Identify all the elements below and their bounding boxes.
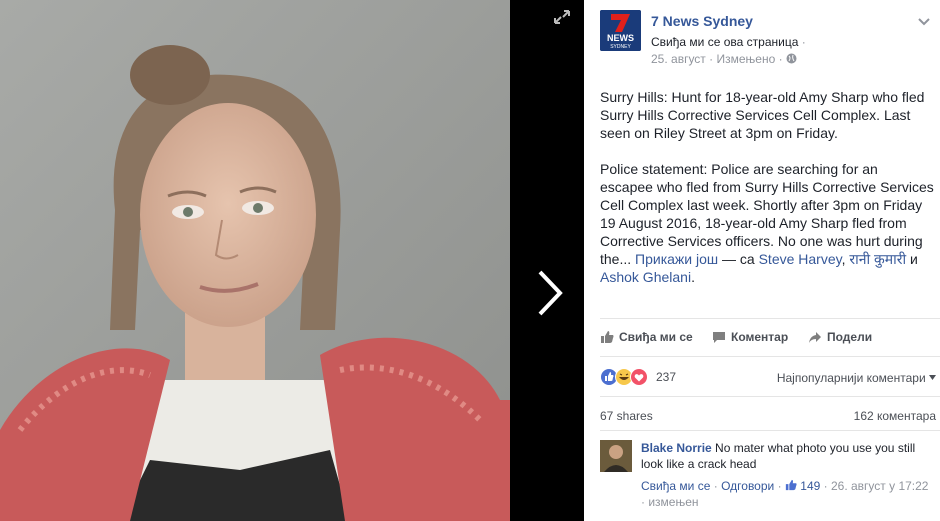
svg-text:SYDNEY: SYDNEY: [610, 44, 631, 50]
tag-and: и: [910, 251, 918, 267]
thumbs-up-icon: [601, 331, 614, 343]
post-date[interactable]: 25. август: [651, 52, 706, 66]
separator-dot: ·: [823, 479, 831, 493]
like-page-row: Свиђа ми се ова страница ·: [651, 35, 806, 49]
post-text: Surry Hills: Hunt for 18-year-old Amy Sh…: [600, 88, 934, 304]
comment-button-label: Коментар: [731, 330, 789, 344]
comments-count[interactable]: 162 коментара: [854, 409, 936, 423]
like-button-label: Свиђа ми се: [619, 330, 693, 344]
separator-dot: ·: [798, 35, 806, 49]
post-paragraph-1: Surry Hills: Hunt for 18-year-old Amy Sh…: [600, 89, 925, 141]
next-photo-icon[interactable]: [532, 268, 568, 318]
see-more-link[interactable]: Прикажи још: [635, 251, 718, 267]
like-button[interactable]: Свиђа ми се: [600, 330, 693, 344]
comment-actions: Свиђа ми се · Одговори · 149 · 26. авгус…: [641, 478, 935, 510]
divider: [600, 396, 940, 397]
with-prefix: — са: [722, 251, 755, 267]
share-button[interactable]: Подели: [808, 330, 872, 344]
share-button-label: Подели: [827, 330, 873, 344]
avatar-image: [600, 440, 632, 472]
divider: [600, 356, 940, 357]
share-arrow-icon: [809, 331, 821, 343]
love-reaction-icon: [630, 368, 648, 386]
comment-button[interactable]: Коментар: [712, 330, 788, 344]
reactions-summary[interactable]: 237: [600, 368, 676, 386]
page-name-link[interactable]: 7 News Sydney: [651, 13, 753, 29]
comment-like-link[interactable]: Свиђа ми се: [641, 479, 710, 493]
divider: [600, 430, 940, 431]
like-page-link[interactable]: Свиђа ми се ова страница: [651, 35, 798, 49]
comment-date[interactable]: 26. август у 17:22: [831, 479, 929, 493]
comment-icon: [713, 331, 725, 343]
post-photo[interactable]: [0, 0, 510, 521]
mugshot-image: [0, 0, 510, 521]
post-meta: 25. август · Измењено ·: [651, 52, 797, 66]
post-paragraph-2: Police statement: Police are searching f…: [600, 161, 934, 285]
chevron-down-icon[interactable]: [918, 18, 930, 26]
caret-down-icon: [929, 375, 936, 380]
tag-ashok-ghelani[interactable]: Ashok Ghelani: [600, 269, 691, 285]
tag-rani-kumari[interactable]: रानी कुमारी: [849, 251, 906, 267]
reaction-icons: [600, 368, 648, 386]
commenter-avatar[interactable]: [600, 440, 632, 472]
photo-viewer: [0, 0, 584, 521]
separator-dot: ·: [713, 479, 722, 493]
reaction-count: 237: [656, 370, 677, 384]
post-header: NEWS SYDNEY 7 News Sydney Свиђа ми се ов…: [600, 10, 934, 70]
thumbs-up-icon: [785, 479, 797, 491]
comment-edited[interactable]: измењен: [648, 495, 698, 509]
seven-news-logo-icon: NEWS SYDNEY: [600, 10, 641, 51]
post-panel: NEWS SYDNEY 7 News Sydney Свиђа ми се ов…: [584, 0, 940, 521]
expand-icon[interactable]: [552, 8, 572, 26]
comment-author[interactable]: Blake Norrie: [641, 441, 712, 455]
globe-icon[interactable]: [786, 53, 797, 64]
separator-dot: ·: [777, 479, 785, 493]
edited-label[interactable]: Измењено: [717, 52, 776, 66]
comment-like-count[interactable]: 149: [800, 479, 820, 493]
shares-count[interactable]: 67 shares: [600, 409, 653, 423]
comment-sort-dropdown[interactable]: Најпопуларнији коментари: [777, 371, 936, 385]
tag-steve-harvey[interactable]: Steve Harvey: [759, 251, 842, 267]
page-avatar[interactable]: NEWS SYDNEY: [600, 10, 641, 51]
separator-dot: ·: [709, 52, 717, 66]
svg-text:NEWS: NEWS: [607, 33, 634, 43]
comment-sort-label: Најпопуларнији коментари: [776, 371, 926, 385]
comment-body: Blake Norrie No mater what photo you use…: [641, 440, 935, 472]
separator-dot: ·: [778, 52, 786, 66]
like-reaction-icon: [600, 368, 618, 386]
divider: [600, 318, 940, 319]
comment-reply-link[interactable]: Одговори: [721, 479, 774, 493]
haha-reaction-icon: [615, 368, 633, 386]
